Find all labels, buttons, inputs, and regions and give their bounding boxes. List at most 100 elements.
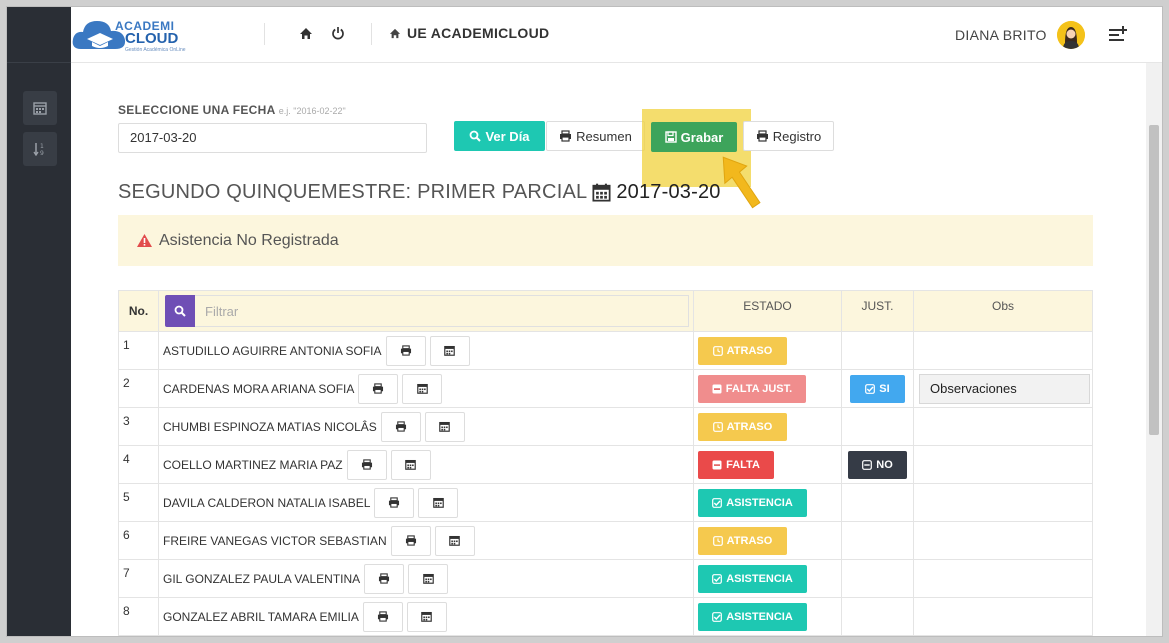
col-estado-header: ESTADO — [693, 290, 842, 332]
row-number: 5 — [118, 483, 159, 522]
date-input[interactable]: 2017-03-20 — [118, 123, 427, 153]
just-no-button[interactable]: NO — [848, 450, 907, 479]
calendar-sidebar-button[interactable] — [23, 91, 57, 125]
col-no-header: No. — [118, 290, 159, 332]
sort-numeric-icon: 19 — [33, 143, 44, 156]
user-avatar[interactable] — [1057, 21, 1085, 49]
calendar-icon — [444, 345, 455, 356]
student-name: GIL GONZALEZ PAULA VALENTINA — [163, 571, 361, 586]
date-label: SELECCIONE UNA FECHA e.j. "2016-02-22" — [118, 103, 346, 117]
print-student-button[interactable] — [362, 601, 403, 632]
print-student-button[interactable] — [390, 525, 431, 556]
scrollbar-thumb[interactable] — [1149, 125, 1159, 435]
calendar-icon — [33, 102, 47, 115]
student-cell: DAVILA CALDERON NATALIA ISABEL — [158, 483, 694, 522]
user-name[interactable]: DIANA BRITO — [955, 27, 1047, 43]
row-number: 8 — [118, 597, 159, 636]
calendar-student-button[interactable] — [406, 601, 447, 632]
print-icon — [395, 421, 406, 432]
logo-tagline: Gestión Académica OnLine — [125, 47, 186, 53]
estado-cell: ASISTENCIA — [693, 559, 842, 598]
just-si-button[interactable]: SI — [850, 374, 905, 403]
print-student-button[interactable] — [374, 487, 415, 518]
print-icon — [377, 611, 388, 622]
estado-button[interactable]: ATRASO — [698, 336, 787, 365]
student-name: CHUMBI ESPINOZA MATIAS NICOLÂS — [163, 419, 377, 434]
home-button[interactable] — [298, 25, 314, 41]
calendar-student-button[interactable] — [429, 335, 470, 366]
sort-sidebar-button[interactable]: 19 — [23, 132, 57, 166]
registro-button[interactable]: Registro — [743, 121, 834, 151]
clock-icon — [712, 535, 723, 546]
pointer-arrow-icon — [722, 156, 761, 209]
col-just-header: JUST. — [841, 290, 914, 332]
table-row: 6 FREIRE VANEGAS VICTOR SEBASTIAN ATRASO — [118, 521, 1093, 560]
warning-icon — [137, 234, 152, 247]
obs-cell — [913, 331, 1093, 370]
search-icon — [174, 305, 186, 317]
table-row: 1 ASTUDILLO AGUIRRE ANTONIA SOFIA ATRASO — [118, 331, 1093, 370]
calendar-student-button[interactable] — [402, 373, 443, 404]
estado-cell: FALTA JUST. — [693, 369, 842, 408]
filter-search-button[interactable] — [165, 295, 195, 327]
add-menu-button[interactable] — [1108, 25, 1128, 43]
student-name: COELLO MARTINEZ MARIA PAZ — [163, 457, 343, 472]
print-student-button[interactable] — [385, 335, 426, 366]
student-name: CARDENAS MORA ARIANA SOFIA — [163, 381, 355, 396]
student-name: GONZALEZ ABRIL TAMARA EMILIA — [163, 609, 359, 624]
filter-input[interactable]: Filtrar — [195, 295, 689, 327]
calendar-icon — [422, 573, 434, 584]
grabar-button[interactable]: Grabar — [651, 122, 737, 152]
school-link[interactable]: UE ACADEMICLOUD — [389, 25, 549, 41]
warning-alert: Asistencia No Registrada — [118, 215, 1093, 266]
print-student-button[interactable] — [364, 563, 405, 594]
estado-button[interactable]: ATRASO — [698, 412, 787, 441]
estado-button[interactable]: FALTA JUST. — [698, 374, 806, 403]
print-student-button[interactable] — [346, 449, 387, 480]
student-cell: CARDENAS MORA ARIANA SOFIA — [158, 369, 694, 408]
student-name: FREIRE VANEGAS VICTOR SEBASTIAN — [163, 533, 387, 548]
clock-icon — [712, 345, 723, 356]
print-student-button[interactable] — [380, 411, 421, 442]
estado-button[interactable]: ASISTENCIA — [698, 602, 807, 631]
table-row: 8 GONZALEZ ABRIL TAMARA EMILIA ASISTENCIA — [118, 597, 1093, 636]
print-icon — [361, 459, 372, 470]
ver-dia-button[interactable]: Ver Día — [454, 121, 545, 151]
period-date: 2017-03-20 — [616, 181, 721, 203]
calendar-student-button[interactable] — [424, 411, 465, 442]
obs-cell — [913, 407, 1093, 446]
estado-button[interactable]: FALTA — [698, 450, 774, 479]
academicloud-logo[interactable]: ACADEMI CLOUD Gestión Académica OnLine — [71, 15, 186, 57]
estado-button[interactable]: ASISTENCIA — [698, 488, 807, 517]
print-student-button[interactable] — [358, 373, 399, 404]
vertical-scrollbar[interactable] — [1146, 63, 1162, 636]
estado-button[interactable]: ASISTENCIA — [698, 564, 807, 593]
print-icon — [756, 130, 768, 142]
print-icon — [400, 345, 411, 356]
calendar-student-button[interactable] — [434, 525, 475, 556]
row-number: 3 — [118, 407, 159, 446]
estado-cell: FALTA — [693, 445, 842, 484]
obs-cell — [913, 445, 1093, 484]
calendar-student-button[interactable] — [408, 563, 449, 594]
calendar-student-button[interactable] — [390, 449, 431, 480]
svg-text:9: 9 — [40, 150, 44, 156]
calendar-student-button[interactable] — [418, 487, 459, 518]
check-square-icon — [712, 497, 723, 508]
resumen-button[interactable]: Resumen — [546, 121, 645, 151]
table-row: 4 COELLO MARTINEZ MARIA PAZ FALTA NO — [118, 445, 1093, 484]
just-cell — [841, 483, 914, 522]
estado-button[interactable]: ATRASO — [698, 526, 787, 555]
obs-cell: Observaciones — [913, 369, 1093, 408]
power-button[interactable] — [330, 25, 346, 41]
just-cell — [841, 521, 914, 560]
row-number: 4 — [118, 445, 159, 484]
obs-cell — [913, 521, 1093, 560]
table-row: 7 GIL GONZALEZ PAULA VALENTINA ASISTENCIA — [118, 559, 1093, 598]
minus-square-icon — [712, 460, 722, 469]
calendar-icon — [439, 421, 451, 432]
estado-cell: ASISTENCIA — [693, 483, 842, 522]
obs-input[interactable]: Observaciones — [919, 373, 1090, 404]
print-icon — [373, 383, 384, 394]
obs-cell — [913, 559, 1093, 598]
